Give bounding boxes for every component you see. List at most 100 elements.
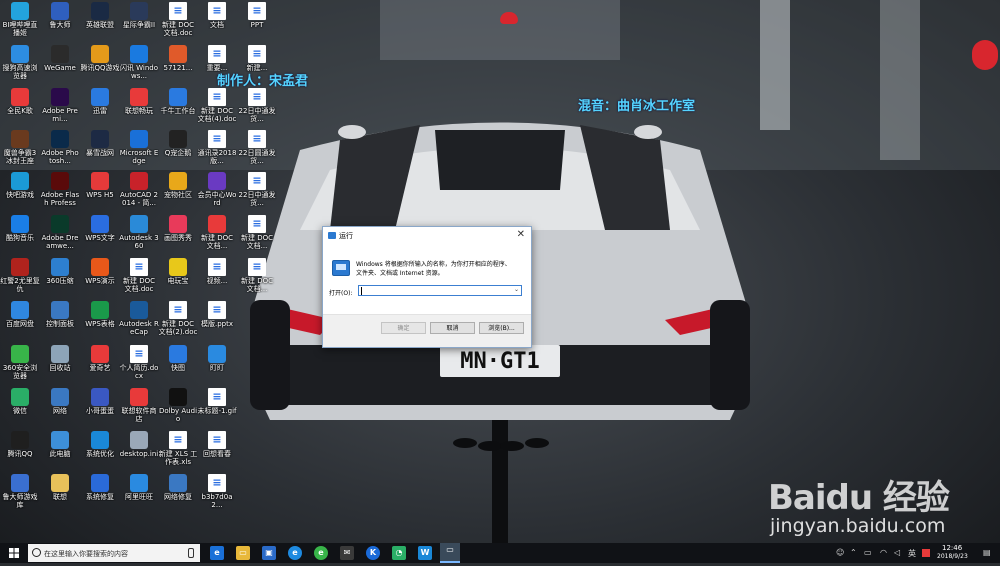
wechat-taskbar-icon[interactable]: ◔ xyxy=(392,546,406,560)
desktop-icon[interactable]: 阿里旺旺 xyxy=(119,474,159,518)
desktop-icon[interactable]: 全民K歌 xyxy=(0,88,40,132)
network-tray-icon[interactable]: ◠ xyxy=(880,548,887,557)
ime-language-indicator[interactable]: 英 xyxy=(908,548,916,559)
desktop-icon[interactable]: ≡ 新建 DOC 文档... xyxy=(237,215,277,259)
close-icon[interactable]: ✕ xyxy=(517,229,525,240)
desktop-icon[interactable]: WeGame xyxy=(40,45,80,89)
taskbar-search-box[interactable]: 在这里输入你要搜索的内容 xyxy=(28,544,200,562)
desktop-icon[interactable]: Adobe Flash Professi... xyxy=(40,172,80,216)
desktop-icon[interactable]: BI哩哔哩直播姬 xyxy=(0,2,40,46)
desktop-icon[interactable]: 英雄联盟 xyxy=(80,2,120,46)
ok-button[interactable]: 确定 xyxy=(381,322,426,334)
desktop-icon[interactable]: 腾讯QQ游戏 xyxy=(80,45,120,89)
desktop-icon[interactable]: 控制面板 xyxy=(40,301,80,345)
desktop-icon[interactable]: 联想软件商店 xyxy=(119,388,159,432)
desktop-icon[interactable]: 腾讯QQ xyxy=(0,431,40,475)
desktop-icon[interactable]: 联想 xyxy=(40,474,80,518)
desktop-icon[interactable]: 百度网盘 xyxy=(0,301,40,345)
start-button[interactable] xyxy=(0,543,28,563)
mail-icon[interactable]: ✉ xyxy=(340,546,354,560)
desktop-icon[interactable]: Autodesk 360 xyxy=(119,215,159,259)
desktop-icon[interactable]: 千牛工作台 xyxy=(158,88,198,132)
file-explorer-icon[interactable]: ▭ xyxy=(236,546,250,560)
desktop-icon[interactable]: 快吧游戏 xyxy=(0,172,40,216)
desktop-icon[interactable]: AutoCAD 2014 - 简... xyxy=(119,172,159,216)
desktop-icon[interactable]: Q宠企鹅 xyxy=(158,130,198,174)
battery-icon[interactable]: ▭ xyxy=(864,548,872,557)
desktop-icon[interactable]: 爱奇艺 xyxy=(80,345,120,389)
desktop-icon[interactable]: Adobe Dreamwe... xyxy=(40,215,80,259)
desktop-icon[interactable]: 盯盯 xyxy=(197,345,237,389)
desktop-icon[interactable]: 系统优化 xyxy=(80,431,120,475)
desktop-icon[interactable]: 网络 xyxy=(40,388,80,432)
desktop-icon[interactable]: ≡ 22日中通发货... xyxy=(237,172,277,216)
desktop-icon[interactable]: WPS表格 xyxy=(80,301,120,345)
desktop-icon[interactable]: ≡ 通讯录2018版... xyxy=(197,130,237,174)
desktop-icon[interactable]: 网络修复 xyxy=(158,474,198,518)
desktop-icon[interactable]: 酷狗音乐 xyxy=(0,215,40,259)
desktop-icon[interactable]: 系统修复 xyxy=(80,474,120,518)
desktop-icon[interactable]: ≡ 新建 XLS 工作表.xls xyxy=(158,431,198,475)
desktop-icon[interactable]: ≡ 回想看春 xyxy=(197,431,237,475)
run-dialog-titlebar[interactable]: 运行 ✕ xyxy=(323,227,531,245)
desktop-icon[interactable]: 暴雪战网 xyxy=(80,130,120,174)
desktop-icon[interactable]: ≡ b3b7d0a2... xyxy=(197,474,237,518)
desktop-icon[interactable]: 鲁大师游戏库 xyxy=(0,474,40,518)
volume-icon[interactable]: ◁ xyxy=(894,548,900,557)
desktop-icon[interactable]: ≡ 个人简历.docx xyxy=(119,345,159,389)
desktop-icon[interactable]: 鲁大师 xyxy=(40,2,80,46)
desktop-icon[interactable]: ≡ 22日中通发货... xyxy=(237,88,277,132)
desktop-icon[interactable]: ≡ 模版.pptx xyxy=(197,301,237,345)
desktop-icon[interactable]: 魔兽争霸3 冰封王座 xyxy=(0,130,40,174)
desktop-icon[interactable]: Autodesk ReCap xyxy=(119,301,159,345)
desktop-icon[interactable]: 联想畅玩 xyxy=(119,88,159,132)
desktop-icon[interactable]: 快图 xyxy=(158,345,198,389)
desktop-icon[interactable]: 57121... xyxy=(158,45,198,89)
action-center-icon[interactable]: ▤ xyxy=(983,548,991,557)
chevron-down-icon[interactable]: ⌄ xyxy=(514,286,519,293)
desktop-icon[interactable]: Microsoft Edge xyxy=(119,130,159,174)
desktop-icon[interactable]: 回收站 xyxy=(40,345,80,389)
run-command-input[interactable]: ⌄ xyxy=(358,285,522,296)
desktop-icon[interactable]: ≡ 新建 DOC 文档.doc xyxy=(119,258,159,302)
desktop-icon[interactable]: 画图秀秀 xyxy=(158,215,198,259)
desktop-icon[interactable]: 此电脑 xyxy=(40,431,80,475)
desktop-icon[interactable]: WPS H5 xyxy=(80,172,120,216)
desktop-icon[interactable]: ≡ 文档 xyxy=(197,2,237,46)
desktop-icon[interactable]: 小哥蛋蛋 xyxy=(80,388,120,432)
desktop-icon[interactable]: Adobe Premi... xyxy=(40,88,80,132)
desktop-icon[interactable]: Adobe Photosh... xyxy=(40,130,80,174)
desktop-icon[interactable]: 红警2尤里复仇 xyxy=(0,258,40,302)
desktop-icon[interactable]: ≡ 新建 DOC 文档(4).doc xyxy=(197,88,237,132)
desktop-icon[interactable]: ≡ PPT xyxy=(237,2,277,46)
desktop-icon[interactable]: ≡ 新建 DOC 文档(2).doc xyxy=(158,301,198,345)
chevron-up-icon[interactable]: ⌃ xyxy=(850,548,857,557)
desktop-icon[interactable]: 星际争霸II xyxy=(119,2,159,46)
browse-button[interactable]: 浏览(B)... xyxy=(479,322,524,334)
run-taskbar-icon[interactable]: ▭ xyxy=(440,543,460,563)
desktop-icon[interactable]: 新建 DOC 文档... xyxy=(197,215,237,259)
desktop-icon[interactable]: 360压缩 xyxy=(40,258,80,302)
store-icon[interactable]: ▣ xyxy=(262,546,276,560)
desktop-icon[interactable]: 微信 xyxy=(0,388,40,432)
desktop-icon[interactable]: 会员中心Word xyxy=(197,172,237,216)
desktop-icon[interactable]: 电玩宝 xyxy=(158,258,198,302)
desktop-icon[interactable]: WPS文字 xyxy=(80,215,120,259)
desktop-icon[interactable]: ≡ 未标题-1.gif xyxy=(197,388,237,432)
desktop-icon[interactable]: ≡ 重要... xyxy=(197,45,237,89)
desktop-icon[interactable]: 宠物社区 xyxy=(158,172,198,216)
desktop-icon[interactable]: WPS演示 xyxy=(80,258,120,302)
desktop-icon[interactable]: 迅雷 xyxy=(80,88,120,132)
desktop-icon[interactable]: ≡ 新建 DOC 文档.doc xyxy=(158,2,198,46)
clock-date[interactable]: 2018/9/23 xyxy=(937,553,968,560)
browser-taskbar-icon[interactable]: e xyxy=(288,546,302,560)
desktop-icon[interactable]: ≡ 22日圆通发货... xyxy=(237,130,277,174)
edge-taskbar-icon[interactable]: e xyxy=(210,546,224,560)
desktop-icon[interactable]: ≡ 新建... xyxy=(237,45,277,89)
desktop-icon[interactable]: ≡ 新建 DOC 文档... xyxy=(237,258,277,302)
notification-app-icon[interactable] xyxy=(922,549,930,557)
desktop-icon[interactable]: 360安全浏览器 xyxy=(0,345,40,389)
app-taskbar-icon[interactable]: W xyxy=(418,546,432,560)
microphone-icon[interactable] xyxy=(188,548,194,558)
people-icon[interactable]: ☺ xyxy=(836,548,844,557)
